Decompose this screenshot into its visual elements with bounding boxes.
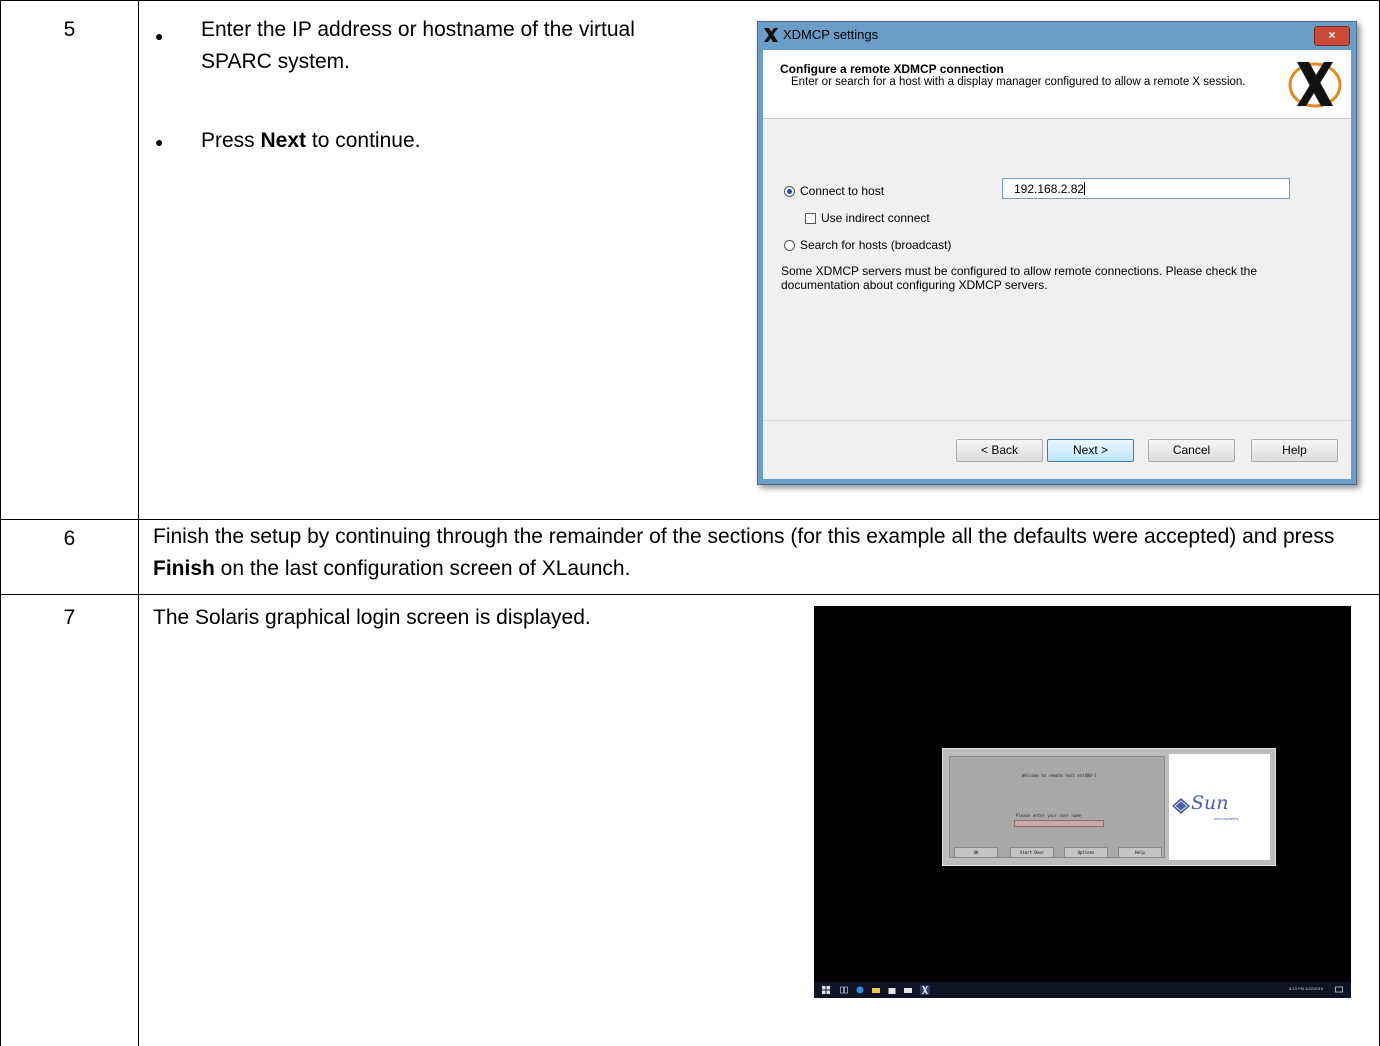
step-6-text: Finish the setup by continuing through t… xyxy=(153,521,1368,585)
solaris-login-screenshot: Welcome to remote host ent480-1 Please e… xyxy=(814,606,1351,998)
connect-to-host-radio[interactable] xyxy=(784,186,795,197)
close-button[interactable]: × xyxy=(1314,26,1350,46)
welcome-text: Welcome to remote host ent480-1 xyxy=(1022,773,1097,778)
cancel-button[interactable]: Cancel xyxy=(1148,439,1235,462)
xlaunch-icon[interactable] xyxy=(920,985,930,995)
mail-icon[interactable] xyxy=(904,986,912,994)
next-button[interactable]: Next > xyxy=(1047,439,1134,462)
login-dialog: Welcome to remote host ent480-1 Please e… xyxy=(942,748,1276,866)
sun-diamond-icon xyxy=(1172,798,1190,814)
indirect-connect-label: Use indirect connect xyxy=(821,211,930,225)
edge-browser-icon[interactable] xyxy=(856,986,864,994)
windows-start-icon[interactable] xyxy=(822,986,830,994)
x-logo-icon xyxy=(764,28,778,42)
file-explorer-icon[interactable] xyxy=(872,986,880,994)
table-border-left xyxy=(0,0,1,1046)
ok-button[interactable]: OK xyxy=(954,847,998,858)
step-5-bullet-1: Enter the IP address or hostname of the … xyxy=(201,14,701,78)
indirect-connect-checkbox[interactable] xyxy=(805,213,816,224)
start-over-button[interactable]: Start Over xyxy=(1010,847,1054,858)
bold-text: Finish xyxy=(153,557,215,580)
step-5-bullet-2: Press Next to continue. xyxy=(201,125,701,157)
step-number: 6 xyxy=(63,527,76,550)
windows-taskbar: 6:13 PM 1/22/2019 xyxy=(814,982,1351,998)
dialog-titlebar: XDMCP settings × xyxy=(758,22,1356,48)
text-run: on the last configuration screen of XLau… xyxy=(214,557,631,580)
sun-logo-subtitle: microsystems xyxy=(1214,816,1239,821)
sun-logo-panel: Sun microsystems xyxy=(1169,754,1270,860)
text-run: Enter the IP address or hostname of the … xyxy=(201,18,635,73)
bold-text: Next xyxy=(260,129,307,152)
row-divider xyxy=(0,594,1380,595)
xdmcp-note: Some XDMCP servers must be configured to… xyxy=(781,264,1258,292)
step-number: 5 xyxy=(63,18,76,41)
sun-logo: Sun xyxy=(1191,792,1229,814)
dialog-header: Configure a remote XDMCP connection Ente… xyxy=(763,50,1351,119)
header-description: Enter or search for a host with a displa… xyxy=(791,76,1246,88)
system-tray-clock: 6:13 PM 1/22/2019 xyxy=(1289,986,1323,991)
dialog-body: Configure a remote XDMCP connection Ente… xyxy=(763,50,1351,479)
host-input-value: 192.168.2.82 xyxy=(1014,182,1085,196)
dialog-title: XDMCP settings xyxy=(783,27,879,42)
x-window-logo-icon xyxy=(1288,62,1342,108)
text-run: Finish the setup by continuing through t… xyxy=(153,525,1335,548)
host-input[interactable]: 192.168.2.82 xyxy=(1002,178,1290,199)
username-field[interactable] xyxy=(1014,820,1104,827)
help-button[interactable]: Help xyxy=(1118,847,1162,858)
column-divider xyxy=(138,0,139,1046)
header-title: Configure a remote XDMCP connection xyxy=(780,62,1004,76)
notifications-icon[interactable] xyxy=(1335,986,1343,994)
search-hosts-label: Search for hosts (broadcast) xyxy=(800,238,952,252)
clock-time: 6:13 PM xyxy=(1289,986,1305,991)
store-icon[interactable] xyxy=(888,986,896,994)
text-run: Press xyxy=(201,129,261,152)
row-divider xyxy=(0,519,1380,520)
login-form: Welcome to remote host ent480-1 Please e… xyxy=(949,756,1165,858)
step-7-text: The Solaris graphical login screen is di… xyxy=(153,606,591,629)
options-button[interactable]: Options xyxy=(1064,847,1108,858)
xdmcp-settings-dialog: XDMCP settings × Configure a remote XDMC… xyxy=(757,21,1357,485)
table-border-top xyxy=(0,0,1380,1)
step-number: 7 xyxy=(63,606,76,629)
connect-to-host-label: Connect to host xyxy=(800,184,885,198)
text-run: to continue. xyxy=(306,129,421,152)
bullet-icon: ● xyxy=(155,134,164,150)
username-prompt: Please enter your user name xyxy=(1016,813,1082,818)
clock-date: 1/22/2019 xyxy=(1305,986,1323,991)
search-hosts-radio[interactable] xyxy=(784,240,795,251)
text-caret xyxy=(1084,182,1086,195)
dialog-footer: < Back Next > Cancel Help xyxy=(763,420,1351,479)
back-button[interactable]: < Back xyxy=(956,439,1043,462)
task-view-icon[interactable] xyxy=(840,986,848,994)
bullet-icon: ● xyxy=(155,28,164,44)
help-button[interactable]: Help xyxy=(1251,439,1338,462)
